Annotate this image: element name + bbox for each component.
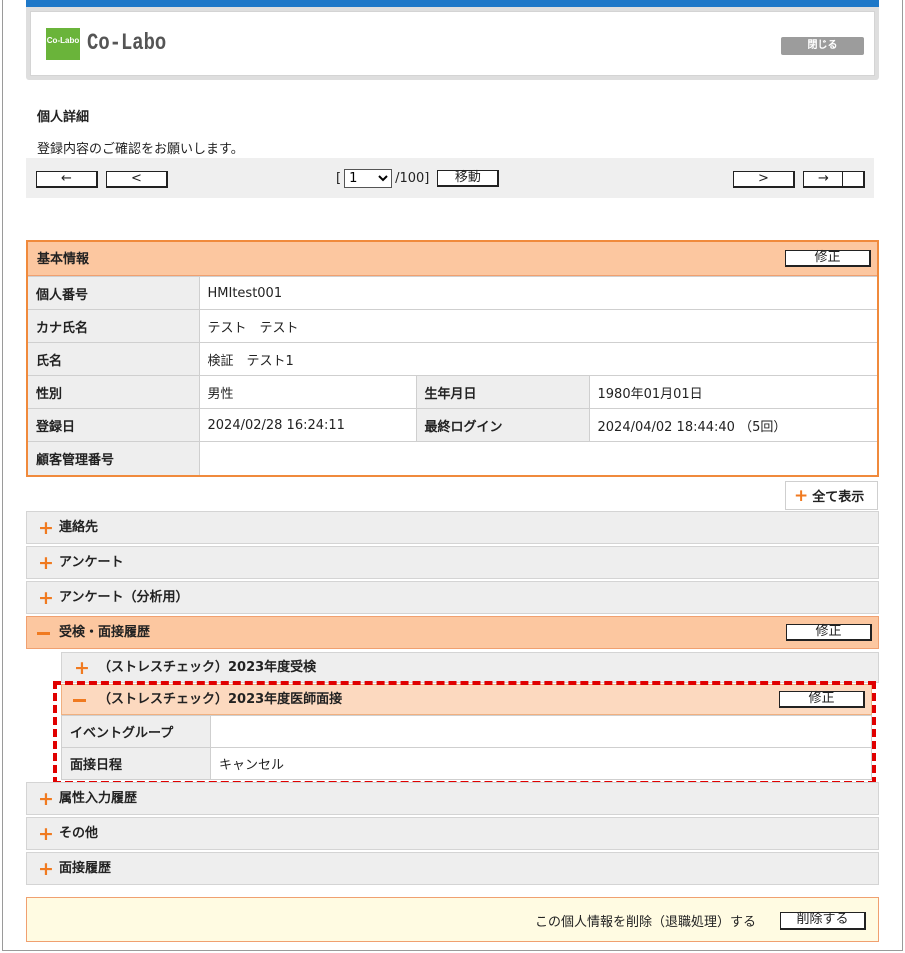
event-group-label: イベントグループ: [61, 715, 211, 748]
event-group-value: [210, 715, 872, 748]
personal-no-label: 個人番号: [28, 276, 200, 310]
last-login-label: 最終ログイン: [415, 408, 590, 442]
section-survey[interactable]: + アンケート: [26, 546, 879, 579]
header-panel: Co-Labo Co-Labo 閉じる: [30, 11, 875, 76]
section-attr-history[interactable]: + 属性入力履歴: [26, 782, 879, 815]
stress-interview-edit-button[interactable]: 修正: [779, 691, 865, 708]
section-other-label: その他: [59, 826, 99, 841]
subsection-stress-interview[interactable]: （ストレスチェック）2023年度医師面接 修正: [61, 684, 872, 715]
pager-bracket: [: [336, 171, 342, 186]
minus-icon: [73, 699, 86, 702]
section-contact-label: 連絡先: [59, 520, 99, 535]
kana-value: テスト テスト: [199, 309, 877, 343]
page-description: 登録内容のご確認をお願いします。: [37, 142, 244, 157]
first-record-button[interactable]: ←: [36, 171, 98, 188]
table-row: 面接日程 キャンセル: [61, 747, 872, 780]
section-survey-analysis[interactable]: + アンケート（分析用）: [26, 581, 879, 614]
plus-icon: +: [38, 552, 54, 574]
section-survey-analysis-label: アンケート（分析用）: [59, 590, 189, 605]
plus-icon: +: [74, 657, 90, 679]
table-row: 個人番号 HMItest001: [28, 276, 877, 310]
birth-value: 1980年01月01日: [589, 375, 877, 409]
app-header: Co-Labo Co-Labo 閉じる: [26, 0, 879, 80]
logo-mark: Co-Labo: [46, 28, 80, 60]
last-login-value: 2024/04/02 18:44:40 （5回）: [589, 408, 877, 442]
name-value: 検証 テスト1: [199, 342, 877, 376]
last-record-button[interactable]: →: [803, 171, 865, 188]
record-navigation: ← < [ 1 /100] 移動 > →: [26, 158, 874, 198]
table-row: 登録日 2024/02/28 16:24:11 最終ログイン 2024/04/0…: [28, 408, 877, 442]
delete-description: この個人情報を削除（退職処理）する: [535, 915, 757, 930]
section-exam-history[interactable]: 受検・面接履歴 修正: [26, 616, 879, 649]
customer-no-label: 顧客管理番号: [28, 441, 200, 475]
interview-date-value: キャンセル: [210, 747, 872, 780]
table-row: 顧客管理番号: [28, 441, 877, 475]
pager: [ 1 /100] 移動: [336, 169, 500, 188]
show-all-button[interactable]: + 全て表示: [785, 481, 878, 510]
section-attr-history-label: 属性入力履歴: [59, 791, 138, 806]
section-survey-label: アンケート: [59, 555, 124, 570]
customer-no-value: [199, 441, 877, 475]
table-row: イベントグループ: [61, 715, 872, 748]
basic-info-edit-button[interactable]: 修正: [785, 250, 871, 267]
registration-value: 2024/02/28 16:24:11: [199, 408, 416, 442]
pager-total: /100]: [395, 171, 430, 186]
section-other[interactable]: + その他: [26, 817, 879, 850]
plus-icon: +: [38, 788, 54, 810]
plus-icon: +: [38, 858, 54, 880]
section-exam-history-label: 受検・面接履歴: [59, 625, 151, 640]
plus-icon: +: [38, 587, 54, 609]
last-record-label: →: [818, 171, 829, 186]
logo-mark-text: Co-Labo: [46, 36, 80, 45]
next-record-button[interactable]: >: [733, 171, 795, 188]
exam-history-edit-button[interactable]: 修正: [786, 624, 872, 641]
basic-info-table: 個人番号 HMItest001 カナ氏名 テスト テスト 氏名 検証 テスト1 …: [28, 276, 877, 475]
plus-icon: +: [38, 823, 54, 845]
show-all-label: 全て表示: [812, 490, 865, 505]
subsection-stress-exam-label: （ストレスチェック）2023年度受検: [98, 660, 317, 675]
minus-icon: [37, 632, 50, 635]
personal-no-value: HMItest001: [199, 276, 877, 310]
section-interview-history-label: 面接履歴: [59, 861, 112, 876]
registration-label: 登録日: [28, 408, 200, 442]
section-contact[interactable]: + 連絡先: [26, 511, 879, 544]
table-row: カナ氏名 テスト テスト: [28, 309, 877, 343]
plus-icon: +: [794, 486, 809, 506]
interview-detail-table: イベントグループ 面接日程 キャンセル: [61, 715, 872, 780]
gender-value: 男性: [199, 375, 416, 409]
table-row: 氏名 検証 テスト1: [28, 342, 877, 376]
subsection-stress-exam[interactable]: + （ストレスチェック）2023年度受検: [61, 652, 879, 683]
logo-text: Co-Labo: [87, 30, 167, 56]
interview-date-label: 面接日程: [61, 747, 211, 780]
table-row: 性別 男性 生年月日 1980年01月01日: [28, 375, 877, 409]
delete-button[interactable]: 削除する: [780, 912, 866, 930]
move-button[interactable]: 移動: [437, 170, 500, 187]
gender-label: 性別: [28, 375, 200, 409]
close-button[interactable]: 閉じる: [781, 37, 864, 55]
basic-info-header: 基本情報 修正: [28, 242, 877, 276]
birth-label: 生年月日: [415, 375, 590, 409]
page-title: 個人詳細: [37, 110, 90, 125]
prev-record-button[interactable]: <: [106, 171, 168, 188]
plus-icon: +: [38, 517, 54, 539]
subsection-stress-interview-label: （ストレスチェック）2023年度医師面接: [98, 692, 343, 707]
basic-info-title: 基本情報: [37, 252, 90, 267]
button-divider: [842, 171, 843, 188]
kana-label: カナ氏名: [28, 309, 200, 343]
delete-panel: この個人情報を削除（退職処理）する 削除する: [26, 897, 879, 942]
name-label: 氏名: [28, 342, 200, 376]
section-interview-history[interactable]: + 面接履歴: [26, 852, 879, 885]
basic-info-panel: 基本情報 修正 個人番号 HMItest001 カナ氏名 テスト テスト 氏名 …: [26, 240, 879, 477]
page-select[interactable]: 1: [344, 169, 393, 188]
